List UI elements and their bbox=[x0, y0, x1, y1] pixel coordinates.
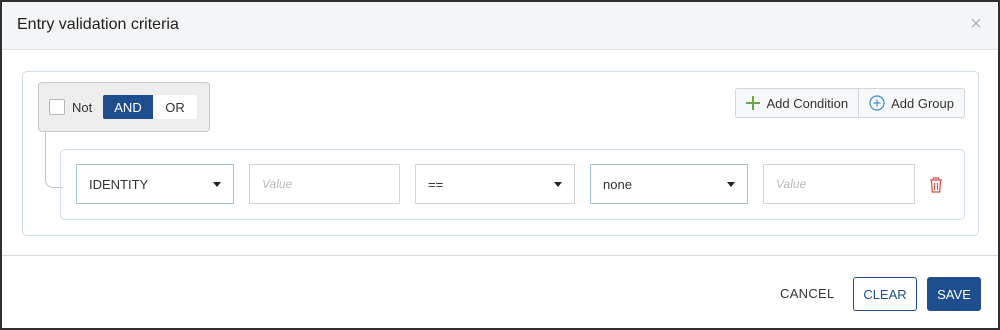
clear-button[interactable]: CLEAR bbox=[853, 277, 917, 311]
chevron-down-icon bbox=[554, 181, 562, 187]
trash-icon[interactable] bbox=[927, 176, 945, 194]
value-input-1-placeholder: Value bbox=[262, 177, 293, 191]
criteria-builder: Not AND OR Add Condition Add Group IDENT… bbox=[22, 71, 979, 236]
circle-plus-icon bbox=[869, 95, 885, 111]
type-select-value: none bbox=[603, 176, 632, 192]
not-label: Not bbox=[72, 100, 93, 115]
logic-operator-toggle: AND OR bbox=[103, 95, 197, 119]
chevron-down-icon bbox=[727, 181, 735, 187]
value-input-2-placeholder: Value bbox=[776, 177, 807, 191]
add-actions: Add Condition Add Group bbox=[735, 88, 965, 118]
save-button[interactable]: SAVE bbox=[927, 277, 981, 311]
type-select[interactable]: none bbox=[590, 164, 748, 204]
add-condition-button[interactable]: Add Condition bbox=[736, 89, 858, 117]
value-input-2[interactable]: Value bbox=[763, 164, 915, 204]
dialog-header: Entry validation criteria × bbox=[2, 2, 998, 50]
condition-row: IDENTITY Value == none Value bbox=[60, 149, 965, 220]
cancel-button[interactable]: CANCEL bbox=[780, 286, 835, 301]
not-checkbox[interactable] bbox=[49, 99, 65, 115]
entry-validation-dialog: Entry validation criteria × Not AND OR A… bbox=[0, 0, 1000, 330]
field-select[interactable]: IDENTITY bbox=[76, 164, 234, 204]
close-icon[interactable]: × bbox=[968, 14, 984, 34]
group-operator-box: Not AND OR bbox=[38, 82, 210, 132]
value-input-1[interactable]: Value bbox=[249, 164, 400, 204]
operator-select[interactable]: == bbox=[415, 164, 575, 204]
add-group-button[interactable]: Add Group bbox=[858, 89, 964, 117]
add-group-label: Add Group bbox=[891, 95, 954, 111]
chevron-down-icon bbox=[213, 181, 221, 187]
footer-divider bbox=[2, 255, 998, 256]
operator-select-value: == bbox=[428, 176, 444, 192]
dialog-title: Entry validation criteria bbox=[17, 16, 179, 33]
add-condition-label: Add Condition bbox=[766, 95, 849, 111]
and-button[interactable]: AND bbox=[103, 95, 153, 119]
plus-icon bbox=[746, 96, 761, 110]
field-select-value: IDENTITY bbox=[89, 176, 149, 192]
or-button[interactable]: OR bbox=[153, 95, 197, 119]
